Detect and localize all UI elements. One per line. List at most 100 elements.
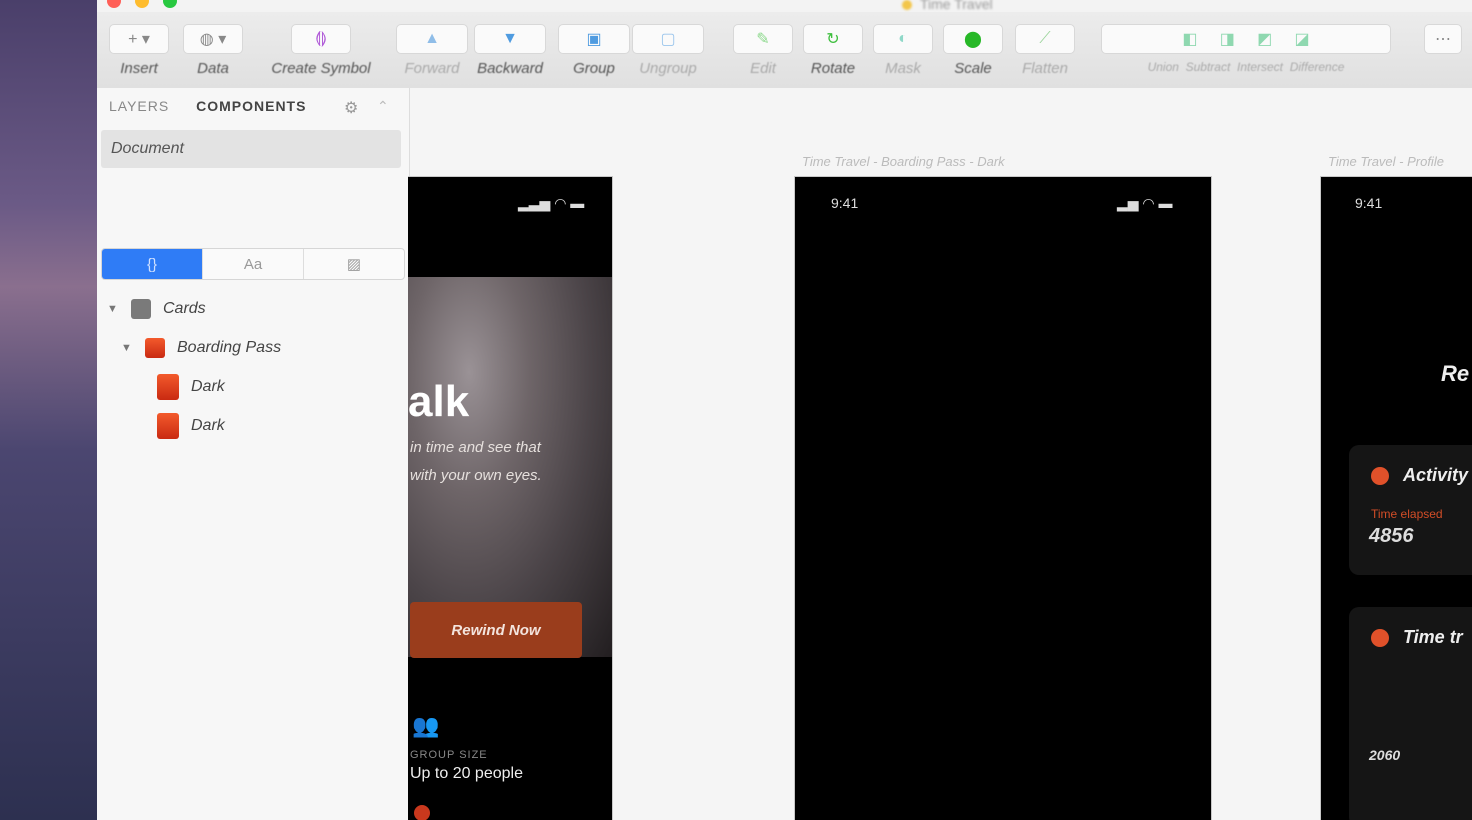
tree-item-dark[interactable]: Dark [157,411,225,441]
desktop-background [0,0,97,820]
ungroup-label: Ungroup [639,60,697,77]
boolean-ops-group: ◧ ◨ ◩ ◪ Union Subtract Intersect Differe… [1101,24,1391,74]
artboard-label-profile[interactable]: Time Travel - Profile [1328,154,1444,169]
difference-label[interactable]: Difference [1290,60,1345,74]
sidebar-tabs: LAYERS COMPONENTS [109,98,328,114]
flatten-label: Flatten [1022,60,1068,77]
segment-layer-styles[interactable]: ▨ [304,249,404,279]
activity-card-caption: Time elapsed [1371,507,1443,521]
disclosure-triangle-icon[interactable]: ▼ [107,303,121,315]
signal-wifi-battery-icon: ▂▅ ◠ ▬ [1117,195,1173,211]
more-icon: ⋯ [1424,24,1462,54]
create-symbol-button[interactable]: ⟬⟭ Create Symbol [265,24,377,77]
design-canvas[interactable]: ▂▃▅ ◠ ▬ alk in time and see that with yo… [408,88,1472,820]
title-bar: Time Travel [97,0,1472,12]
signal-wifi-battery-icon: ▂▃▅ ◠ ▬ [518,195,585,211]
data-label: Data [197,60,229,77]
profile-title: Re [1441,361,1470,386]
document-title-text: Time Travel [920,0,993,12]
time-travel-card-title: Time tr [1403,627,1463,647]
hero-subtitle-line1: in time and see that [410,439,541,456]
tree-item-label: Boarding Pass [177,339,282,356]
boolean-ops-labels: Union Subtract Intersect Difference [1101,60,1391,74]
plus-icon: + ▾ [109,24,169,54]
layers-sidebar: LAYERS COMPONENTS ⚙ ⌃ Document {} Aa ▨ ▼… [97,88,410,820]
backward-icon: ▼ [474,24,546,54]
time-travel-card[interactable]: Time tr 2060 [1349,607,1472,820]
mask-button[interactable]: ◐ Mask [873,24,933,77]
toolbar: + ▾ Insert ◍ ▾ Data ⟬⟭ Create Symbol ▲ F… [97,12,1472,92]
rotate-icon: ↻ [803,24,863,54]
people-icon: 👥 [412,713,440,738]
rotate-button[interactable]: ↻ Rotate [803,24,863,77]
close-window-button[interactable] [107,0,121,8]
artboard-boarding-pass[interactable]: 9:41 ▂▅ ◠ ▬ [794,176,1212,820]
ungroup-button[interactable]: ▢ Ungroup [631,24,705,77]
tree-item-label: Dark [191,417,225,434]
document-status-icon [902,0,912,11]
insert-button[interactable]: + ▾ Insert [107,24,171,77]
mask-icon: ◐ [873,24,933,54]
document-title: Time Travel [902,0,993,12]
intersect-label[interactable]: Intersect [1237,60,1283,74]
symbol-icon [157,413,179,439]
tree-item-cards[interactable]: ▼ Cards [107,294,206,324]
document-row[interactable]: Document [101,130,401,168]
create-symbol-label: Create Symbol [271,60,371,77]
tree-item-dark[interactable]: Dark [157,372,225,402]
symbol-icon: ⟬⟭ [291,24,351,54]
forward-button[interactable]: ▲ Forward [395,24,469,77]
activity-card-value: 4856 [1369,525,1414,547]
location-icon [414,805,430,820]
database-icon: ◍ ▾ [183,24,243,54]
artboard-label-boarding-pass[interactable]: Time Travel - Boarding Pass - Dark [802,154,1005,169]
scale-button[interactable]: ⬤ Scale [943,24,1003,77]
subtract-label[interactable]: Subtract [1186,60,1231,74]
union-label[interactable]: Union [1148,60,1179,74]
tab-layers[interactable]: LAYERS [109,98,169,114]
flatten-button[interactable]: ⟋ Flatten [1013,24,1077,77]
data-button[interactable]: ◍ ▾ Data [181,24,245,77]
segment-symbols[interactable]: {} [102,249,203,279]
minimize-window-button[interactable] [135,0,149,8]
artboard-hero[interactable]: ▂▃▅ ◠ ▬ alk in time and see that with yo… [408,176,613,820]
symbol-icon [157,374,179,400]
group-size-label: GROUP SIZE [410,749,488,761]
activity-icon [1371,467,1389,485]
group-icon: ▣ [558,24,630,54]
zoom-window-button[interactable] [163,0,177,8]
folder-icon [131,299,151,319]
backward-label: Backward [477,60,543,77]
hero-subtitle-line2: with your own eyes. [410,467,542,484]
time-travel-icon [1371,629,1389,647]
group-button[interactable]: ▣ Group [557,24,631,77]
group-label: Group [573,60,615,77]
disclosure-triangle-icon[interactable]: ▼ [121,342,135,354]
gear-icon[interactable]: ⚙ [344,98,358,118]
artboard-profile[interactable]: 9:41 Re Activity Time elapsed 4856 Time … [1320,176,1472,820]
scale-icon: ⬤ [943,24,1003,54]
hero-title: alk [408,377,470,426]
segment-text-styles[interactable]: Aa [203,249,304,279]
edit-icon: ✎ [733,24,793,54]
symbol-icon [145,338,165,358]
rewind-now-button[interactable]: Rewind Now [410,602,582,658]
edit-button[interactable]: ✎ Edit [733,24,793,77]
time-travel-card-value: 2060 [1369,747,1401,763]
tree-item-boarding-pass[interactable]: ▼ Boarding Pass [121,333,281,363]
boolean-ops-icon: ◧ ◨ ◩ ◪ [1101,24,1391,54]
status-time: 9:41 [1355,195,1383,211]
activity-card-title: Activity [1403,465,1469,485]
tab-components[interactable]: COMPONENTS [196,98,306,114]
tree-item-label: Cards [163,300,206,317]
forward-label: Forward [404,60,460,77]
activity-card[interactable]: Activity Time elapsed 4856 [1349,445,1472,575]
chevron-up-icon[interactable]: ⌃ [377,98,389,115]
scale-label: Scale [954,60,992,77]
more-toolbar-button[interactable]: ⋯ [1423,24,1463,54]
status-time: 9:41 [831,195,859,211]
components-segmented-control: {} Aa ▨ [101,248,405,280]
backward-button[interactable]: ▼ Backward [473,24,547,77]
mask-label: Mask [885,60,921,77]
app-window: Time Travel + ▾ Insert ◍ ▾ Data ⟬⟭ Creat… [97,0,1472,820]
